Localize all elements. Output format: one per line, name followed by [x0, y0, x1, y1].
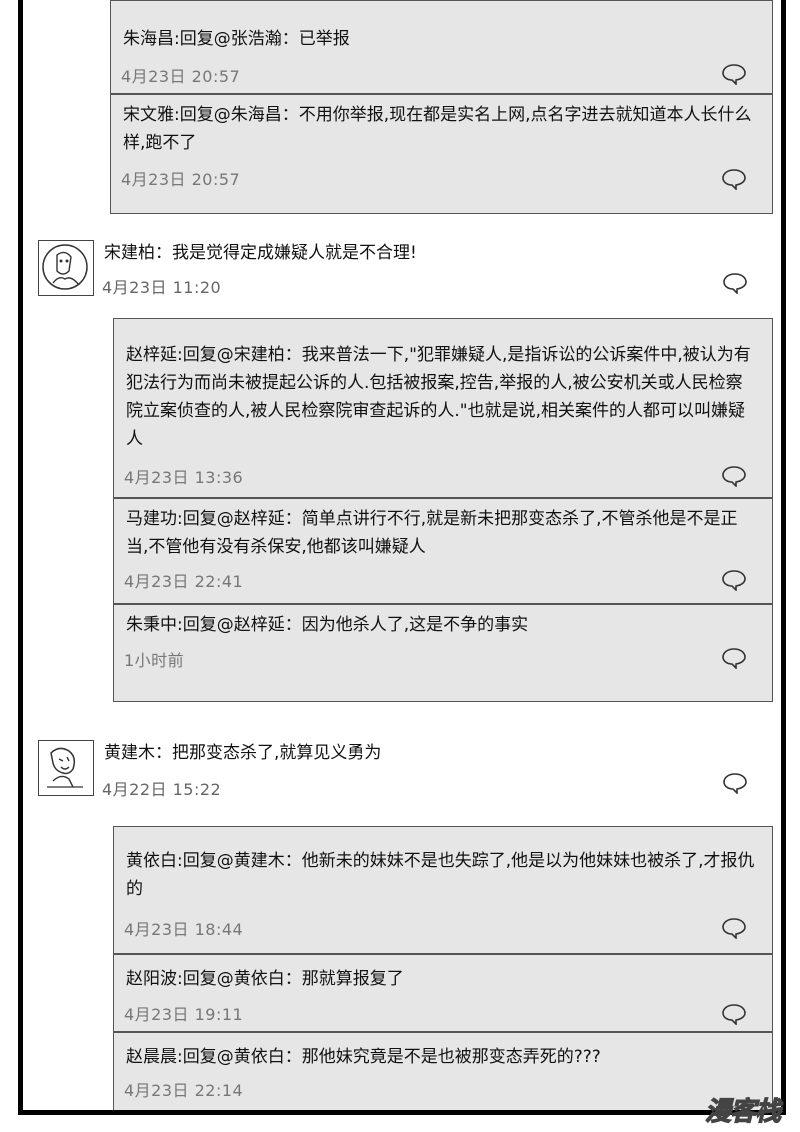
reply-timestamp: 4月23日 19:11	[124, 1005, 244, 1024]
comment-icon[interactable]	[721, 647, 747, 669]
comment-item: 宋建柏：我是觉得定成嫌疑人就是不合理! 4月23日 11:20	[0, 238, 800, 298]
user-avatar[interactable]	[38, 240, 94, 296]
reply-text: 赵阳波:回复@黄依白：那就算报复了	[126, 969, 404, 989]
reply-text: 赵晨晨:回复@黄依白：那他妹究竟是不是也被那变态弄死的???	[126, 1047, 601, 1067]
reply-timestamp: 4月23日 20:57	[121, 170, 241, 189]
comment-icon[interactable]	[721, 168, 747, 190]
reply-text: 朱海昌:回复@张浩瀚：已举报	[123, 29, 350, 49]
comment-text: 宋建柏：我是觉得定成嫌疑人就是不合理!	[104, 243, 417, 263]
reply-box: 赵梓延:回复@宋建柏：我来普法一下,"犯罪嫌疑人,是指诉讼的公诉案件中,被认为有…	[113, 318, 773, 702]
comment-icon[interactable]	[721, 63, 747, 85]
cartoon-face-icon	[42, 244, 88, 290]
reply-timestamp: 1小时前	[124, 651, 185, 670]
comment-text: 黄建木：把那变态杀了,就算见义勇为	[104, 743, 382, 763]
reply-item: 赵梓延:回复@宋建柏：我来普法一下,"犯罪嫌疑人,是指诉讼的公诉案件中,被认为有…	[114, 319, 772, 497]
comment-icon[interactable]	[721, 569, 747, 591]
reply-timestamp: 4月23日 20:57	[121, 67, 241, 86]
comment-icon[interactable]	[721, 917, 747, 939]
reply-timestamp: 4月23日 22:14	[124, 1081, 244, 1100]
reply-text: 黄依白:回复@黄建木：他新未的妹妹不是也失踪了,他是以为他妹妹也被杀了,才报仇的	[126, 851, 755, 899]
comment-icon[interactable]	[721, 465, 747, 487]
comment-item: 黄建木：把那变态杀了,就算见义勇为 4月22日 15:22	[0, 740, 800, 800]
reply-box: 朱海昌:回复@张浩瀚：已举报 4月23日 20:57 宋文雅:回复@朱海昌：不用…	[110, 0, 773, 214]
reply-text: 马建功:回复@赵梓延：简单点讲行不行,就是新未把那变态杀了,不管杀他是不是正当,…	[126, 509, 738, 557]
reply-item: 赵晨晨:回复@黄依白：那他妹究竟是不是也被那变态弄死的??? 4月23日 22:…	[114, 1031, 772, 1111]
comment-timestamp: 4月22日 15:22	[102, 780, 222, 799]
reply-box: 黄依白:回复@黄建木：他新未的妹妹不是也失踪了,他是以为他妹妹也被杀了,才报仇的…	[113, 826, 773, 1110]
comment-icon[interactable]	[722, 272, 748, 294]
reply-timestamp: 4月23日 13:36	[124, 468, 244, 487]
reply-item: 朱海昌:回复@张浩瀚：已举报 4月23日 20:57	[111, 1, 772, 101]
reply-text: 赵梓延:回复@宋建柏：我来普法一下,"犯罪嫌疑人,是指诉讼的公诉案件中,被认为有…	[126, 345, 751, 449]
comment-icon[interactable]	[722, 772, 748, 794]
reply-timestamp: 4月23日 18:44	[124, 920, 244, 939]
comment-timestamp: 4月23日 11:20	[102, 278, 222, 297]
cartoon-face-icon	[47, 747, 83, 788]
reply-item: 黄依白:回复@黄建木：他新未的妹妹不是也失踪了,他是以为他妹妹也被杀了,才报仇的…	[114, 827, 772, 953]
watermark-logo: 漫客栈	[704, 1096, 781, 1127]
reply-text: 朱秉中:回复@赵梓延：因为他杀人了,这是不争的事实	[126, 615, 529, 635]
comment-icon[interactable]	[721, 1003, 747, 1025]
reply-timestamp: 4月23日 22:41	[124, 572, 244, 591]
user-avatar[interactable]	[38, 740, 94, 796]
reply-item: 宋文雅:回复@朱海昌：不用你举报,现在都是实名上网,点名字进去就知道本人长什么样…	[111, 93, 772, 215]
reply-item: 马建功:回复@赵梓延：简单点讲行不行,就是新未把那变态杀了,不管杀他是不是正当,…	[114, 497, 772, 603]
reply-item: 朱秉中:回复@赵梓延：因为他杀人了,这是不争的事实 1小时前	[114, 603, 772, 703]
reply-item: 赵阳波:回复@黄依白：那就算报复了 4月23日 19:11	[114, 953, 772, 1035]
reply-text: 宋文雅:回复@朱海昌：不用你举报,现在都是实名上网,点名字进去就知道本人长什么样…	[123, 105, 752, 153]
